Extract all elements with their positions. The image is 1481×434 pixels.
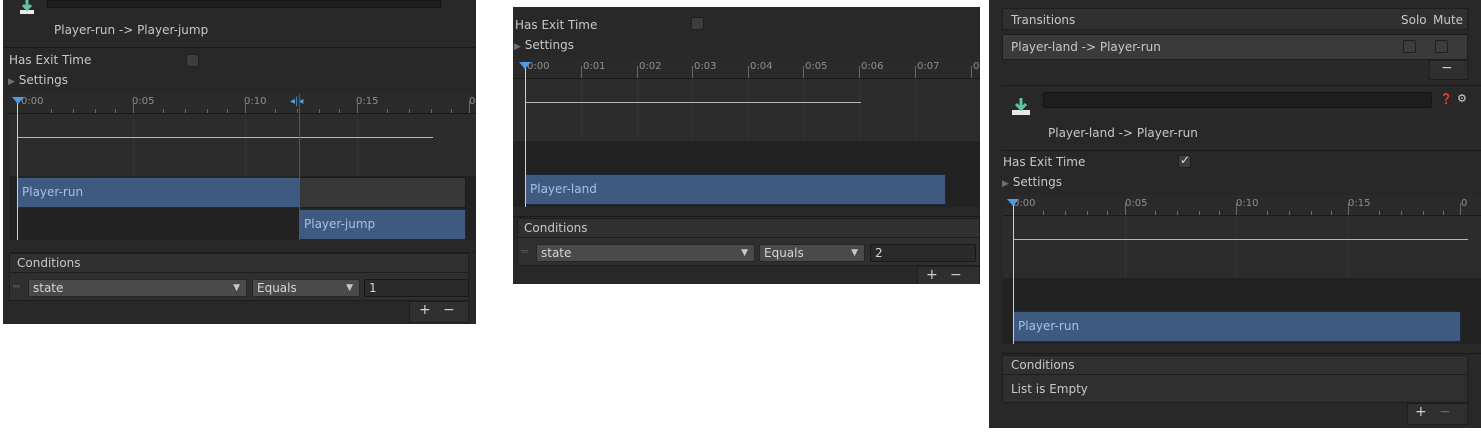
foldout-arrow-icon: ▶ — [514, 42, 521, 52]
destination-state-bar[interactable]: Player-jump — [299, 209, 466, 240]
add-condition-button[interactable]: + — [419, 302, 431, 318]
dropdown-arrow-icon: ▼ — [851, 248, 858, 258]
has-exit-time-label: Has Exit Time — [1003, 155, 1086, 169]
transition-icon — [17, 0, 37, 16]
transition-inspector-land: Has Exit Time ▶ Settings 0:00 0:01 0:02 … — [513, 7, 980, 284]
has-exit-time-checkbox[interactable]: ✓ — [1178, 153, 1191, 168]
tick-label: 0:05 — [1125, 198, 1148, 209]
conditions-footer — [409, 301, 469, 323]
solo-checkbox[interactable] — [1403, 40, 1416, 53]
checkmark-icon: ✓ — [1180, 153, 1191, 167]
conditions-label: Conditions — [524, 221, 588, 235]
empty-list-text: List is Empty — [1011, 382, 1088, 396]
remove-transition-button[interactable]: − — [1441, 60, 1453, 76]
gear-icon[interactable]: ⚙ — [1457, 91, 1467, 107]
tick-label: 0:00 — [21, 96, 44, 107]
transition-row-label: Player-land -> Player-run — [1011, 40, 1161, 54]
add-condition-button[interactable]: + — [1415, 404, 1427, 420]
tick-label: 0:05 — [132, 96, 155, 107]
mute-checkbox[interactable] — [1435, 40, 1448, 53]
remove-condition-button[interactable]: − — [1439, 404, 1451, 420]
transition-curve — [525, 102, 861, 103]
conditions-label: Conditions — [1011, 358, 1075, 372]
has-exit-time-label: Has Exit Time — [9, 53, 92, 67]
transition-curve — [17, 137, 433, 138]
timeline-ruler[interactable]: 0:00 0:01 0:02 0:03 0:04 0:05 0:06 0:07 … — [513, 58, 980, 79]
transition-name-field[interactable] — [1043, 92, 1432, 108]
transition-inspector-land-to-run: Transitions Solo Mute Player-land -> Pla… — [989, 0, 1481, 428]
dropdown-arrow-icon: ▼ — [233, 283, 240, 293]
tick-label: 0 — [973, 61, 980, 72]
dropdown-arrow-icon: ▼ — [741, 248, 748, 258]
transition-icon — [1010, 97, 1032, 117]
transition-title: Player-land -> Player-run — [1048, 126, 1198, 140]
transitions-header: Transitions — [1011, 13, 1076, 27]
foldout-arrow-icon: ▶ — [1002, 179, 1009, 189]
remove-condition-button[interactable]: − — [950, 267, 962, 283]
source-state-bar[interactable]: Player-land — [525, 174, 946, 205]
tick-label: 0:02 — [639, 61, 662, 72]
condition-operator-dropdown[interactable]: Equals ▼ — [759, 244, 865, 262]
curve-area — [513, 79, 980, 141]
transition-name-field[interactable] — [47, 0, 441, 8]
has-exit-time-label: Has Exit Time — [515, 18, 598, 32]
source-state-bar[interactable]: Player-run — [17, 177, 300, 208]
foldout-arrow-icon: ▶ — [8, 77, 15, 87]
tick-label: 0:10 — [1236, 198, 1259, 209]
add-condition-button[interactable]: + — [926, 267, 938, 283]
playhead-line — [525, 68, 526, 207]
timeline-ruler[interactable]: 0:00 0:05 0:10 0:15 0 — [1003, 195, 1481, 216]
tick-label: 0:04 — [750, 61, 773, 72]
source-state-bar[interactable]: Player-run — [1013, 311, 1461, 342]
tick-label: 0:07 — [917, 61, 940, 72]
condition-value-field[interactable]: 1 — [364, 279, 469, 297]
conditions-label: Conditions — [17, 256, 81, 270]
timeline-ruler[interactable]: 0:00 0:05 0:10 0:15 0 ◂|◂ — [9, 93, 476, 114]
playhead-marker-icon[interactable] — [12, 97, 24, 104]
remove-condition-button[interactable]: − — [443, 302, 455, 318]
drag-handle-icon[interactable]: ═ — [521, 244, 528, 260]
has-exit-time-checkbox[interactable] — [691, 17, 704, 30]
tick-label: 0:15 — [1348, 198, 1371, 209]
tick-label: 0:06 — [861, 61, 884, 72]
settings-foldout[interactable]: ▶ Settings — [1002, 174, 1062, 192]
curve-area — [1003, 216, 1481, 278]
settings-foldout[interactable]: ▶ Settings — [514, 37, 574, 55]
settings-foldout[interactable]: ▶ Settings — [8, 72, 68, 90]
curve-area — [9, 114, 476, 176]
tick-label: 0:03 — [694, 61, 717, 72]
condition-value-field[interactable]: 2 — [870, 244, 976, 262]
tick-label: 0:10 — [244, 96, 267, 107]
playhead-line — [17, 103, 18, 240]
solo-column-header: Solo — [1401, 13, 1427, 27]
tick-label: 0:15 — [356, 96, 379, 107]
transition-inspector-run-to-jump: Player-run -> Player-jump Has Exit Time … — [3, 0, 476, 324]
transition-curve — [1013, 239, 1468, 240]
mute-column-header: Mute — [1433, 13, 1464, 27]
has-exit-time-checkbox[interactable] — [186, 54, 199, 67]
condition-parameter-dropdown[interactable]: state ▼ — [536, 244, 755, 262]
overlap-region — [299, 177, 466, 208]
tick-label: 0:01 — [583, 61, 606, 72]
dropdown-arrow-icon: ▼ — [346, 283, 353, 293]
transition-end-handle-icon[interactable]: ◂|◂ — [290, 96, 303, 107]
condition-parameter-dropdown[interactable]: state ▼ — [28, 279, 247, 297]
playhead-line — [1013, 205, 1014, 344]
tick-label: 0:05 — [805, 61, 828, 72]
transition-title: Player-run -> Player-jump — [54, 23, 209, 37]
tick-label: 0 — [1461, 198, 1468, 209]
help-icon[interactable]: ❓ — [1440, 92, 1452, 108]
drag-handle-icon[interactable]: ═ — [13, 279, 20, 295]
condition-operator-dropdown[interactable]: Equals ▼ — [252, 279, 360, 297]
